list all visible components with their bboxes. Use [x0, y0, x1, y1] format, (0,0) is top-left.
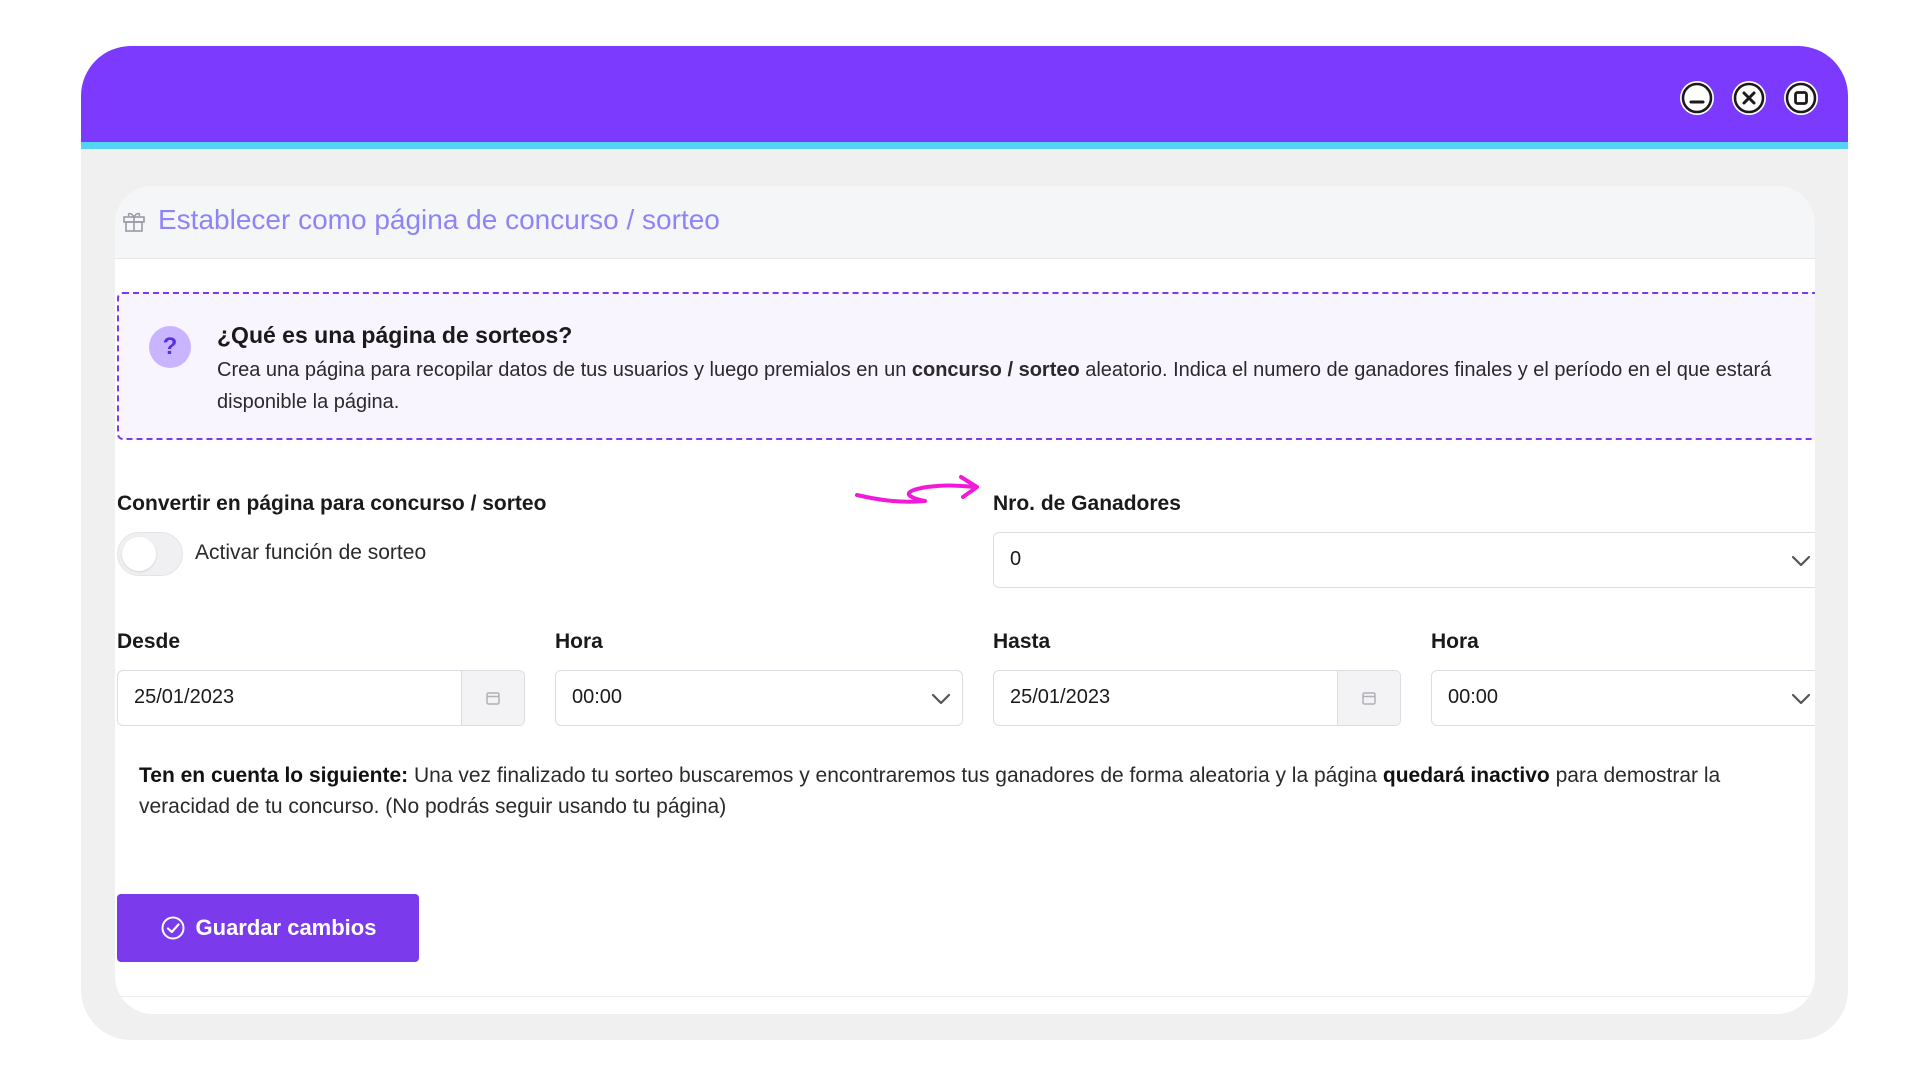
to-date-value: 25/01/2023 — [1010, 686, 1111, 708]
raffle-section-label: Convertir en página para concurso / sort… — [117, 492, 547, 515]
to-date-label: Hasta — [993, 630, 1051, 653]
check-circle-icon — [161, 916, 185, 940]
info-text: Crea una página para recopilar datos de … — [217, 354, 1777, 418]
from-time-label: Hora — [555, 630, 603, 653]
winners-select[interactable]: 0 — [993, 532, 1815, 588]
from-time-value: 00:00 — [572, 686, 623, 708]
save-button[interactable]: Guardar cambios — [117, 894, 419, 962]
card-divider — [115, 996, 1815, 997]
maximize-icon — [1785, 82, 1817, 114]
raffle-settings-card: Establecer como página de concurso / sor… — [115, 186, 1815, 1014]
card-header: Establecer como página de concurso / sor… — [115, 186, 1815, 259]
raffle-toggle-label: Activar función de sorteo — [195, 541, 427, 564]
app-window: Establecer como página de concurso / sor… — [81, 46, 1848, 1040]
winners-value: 0 — [1010, 548, 1022, 570]
from-date-value: 25/01/2023 — [134, 686, 235, 708]
save-button-label: Guardar cambios — [195, 915, 377, 940]
note-text-part: Una vez finalizado tu sorteo buscaremos … — [408, 764, 1383, 787]
calendar-icon — [486, 692, 500, 705]
raffle-toggle[interactable] — [117, 532, 183, 576]
question-icon: ? — [149, 326, 191, 368]
from-date-input[interactable]: 25/01/2023 — [117, 670, 525, 726]
winners-label: Nro. de Ganadores — [993, 492, 1181, 515]
info-text-bold: concurso / sorteo — [911, 359, 1080, 381]
raffle-note: Ten en cuenta lo siguiente: Una vez fina… — [139, 760, 1759, 822]
to-time-value: 00:00 — [1448, 686, 1499, 708]
minimize-button[interactable] — [1680, 81, 1714, 115]
gift-icon — [123, 212, 145, 232]
title-bar — [81, 46, 1848, 149]
from-calendar-button[interactable] — [461, 671, 524, 725]
to-time-select[interactable]: 00:00 — [1431, 670, 1815, 726]
info-text-part: Crea una página para recopilar datos de … — [217, 359, 912, 381]
info-title: ¿Qué es una página de sorteos? — [217, 322, 573, 348]
window-controls — [1680, 81, 1818, 115]
to-date-input[interactable]: 25/01/2023 — [993, 670, 1401, 726]
to-calendar-button[interactable] — [1337, 671, 1400, 725]
chevron-down-icon — [1791, 555, 1811, 567]
from-date-label: Desde — [117, 630, 181, 653]
toggle-knob — [122, 537, 156, 571]
close-button[interactable] — [1732, 81, 1766, 115]
from-time-select[interactable]: 00:00 — [555, 670, 963, 726]
note-lead: Ten en cuenta lo siguiente: — [139, 764, 409, 787]
minimize-icon — [1681, 82, 1713, 114]
calendar-icon — [1362, 692, 1376, 705]
page-title: Establecer como página de concurso / sor… — [158, 204, 720, 235]
annotation-arrow-icon — [855, 475, 979, 504]
note-bold: quedará inactivo — [1382, 764, 1550, 787]
maximize-button[interactable] — [1784, 81, 1818, 115]
info-box: ? ¿Qué es una página de sorteos? Crea un… — [117, 292, 1815, 440]
to-time-label: Hora — [1431, 630, 1479, 653]
chevron-down-icon — [1791, 693, 1811, 705]
chevron-down-icon — [931, 693, 951, 705]
close-icon — [1733, 82, 1765, 114]
